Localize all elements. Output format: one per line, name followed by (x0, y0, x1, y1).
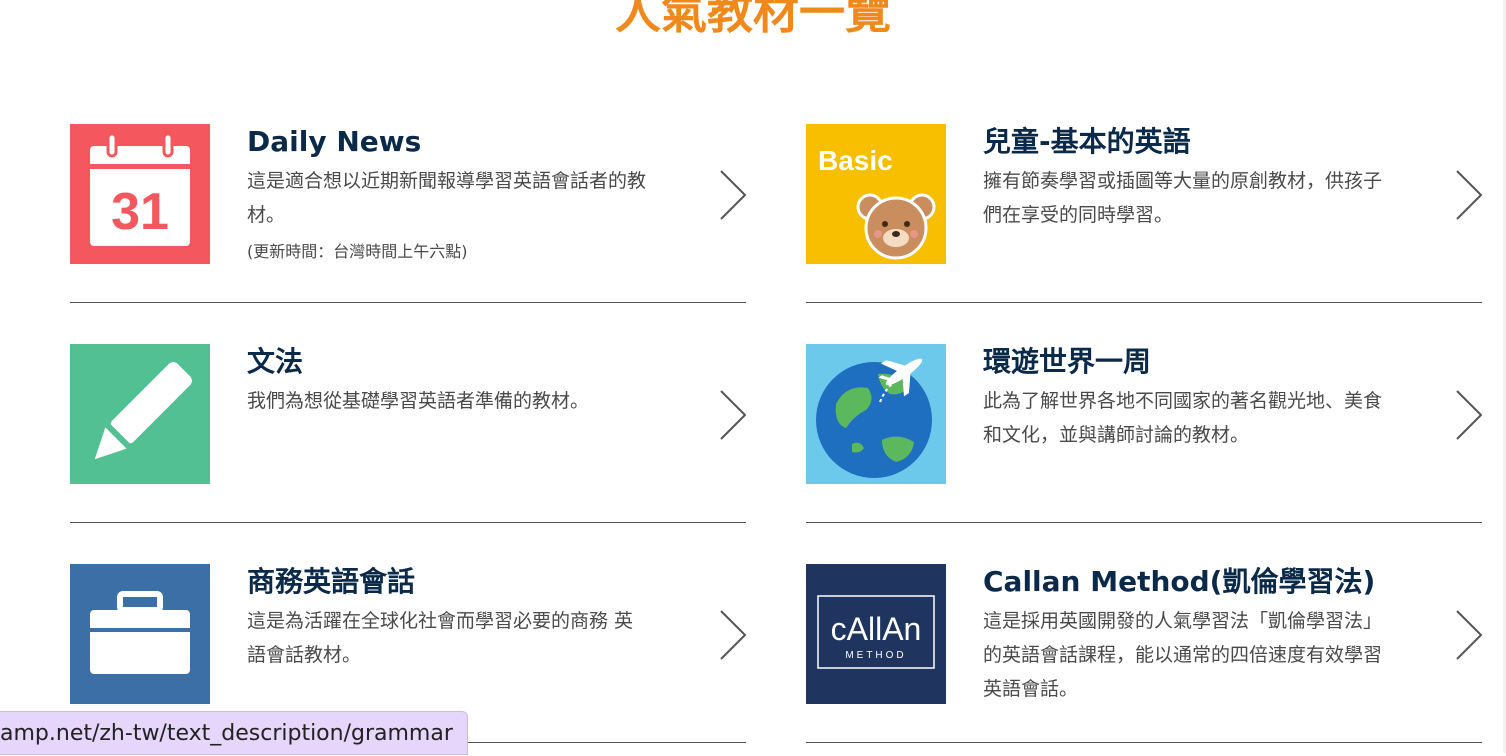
page-title: 人氣教材一覽 (615, 0, 891, 39)
chevron-right-icon[interactable] (718, 609, 748, 661)
divider (806, 302, 1482, 303)
link-preview-status-bar: amp.net/zh-tw/text_description/grammar (0, 711, 468, 755)
chevron-right-icon[interactable] (718, 169, 748, 221)
material-title[interactable]: Callan Method(凱倫學習法) (983, 564, 1375, 600)
chevron-right-icon[interactable] (1454, 389, 1484, 441)
pencil-icon[interactable] (70, 344, 210, 484)
chevron-right-icon[interactable] (1454, 169, 1484, 221)
divider (806, 522, 1482, 523)
material-description: 我們為想從基礎學習英語者準備的教材。 (247, 390, 590, 412)
material-title[interactable]: Daily News (247, 124, 421, 160)
material-description: 此為了解世界各地不同國家的著名觀光地、美食和文化，並與講師討論的教材。 (983, 390, 1383, 446)
globe-airplane-icon[interactable] (806, 344, 946, 484)
svg-text:31: 31 (111, 183, 169, 241)
material-description: 這是為活躍在全球化社會而學習必要的商務 英語會話教材。 (247, 610, 634, 666)
chevron-right-icon[interactable] (718, 389, 748, 441)
callan-logo-icon[interactable]: cAllAn METHOD (806, 564, 946, 704)
svg-text:Basic: Basic (818, 145, 893, 176)
material-title[interactable]: 環遊世界一周 (983, 344, 1151, 380)
material-title[interactable]: 商務英語會話 (247, 564, 415, 600)
chevron-right-icon[interactable] (1454, 609, 1484, 661)
material-description: 這是採用英國開發的人氣學習法「凱倫學習法」的英語會話課程，能以通常的四倍速度有效… (983, 610, 1383, 700)
material-description: 擁有節奏學習或插圖等大量的原創教材，供孩子們在享受的同時學習。 (983, 170, 1383, 226)
divider (806, 742, 1482, 743)
bear-icon[interactable]: Basic (806, 124, 946, 264)
material-title[interactable]: 兒童-基本的英語 (983, 124, 1191, 160)
calendar-icon[interactable]: 31 (70, 124, 210, 264)
svg-text:METHOD: METHOD (845, 650, 906, 661)
svg-text:cAllAn: cAllAn (831, 611, 922, 647)
divider (70, 522, 746, 523)
material-title[interactable]: 文法 (247, 344, 303, 380)
divider (70, 302, 746, 303)
update-time-note: (更新時間：台灣時間上午六點) (247, 242, 468, 261)
briefcase-icon[interactable] (70, 564, 210, 704)
material-description: 這是適合想以近期新聞報導學習英語會話者的教材。 (247, 170, 647, 226)
